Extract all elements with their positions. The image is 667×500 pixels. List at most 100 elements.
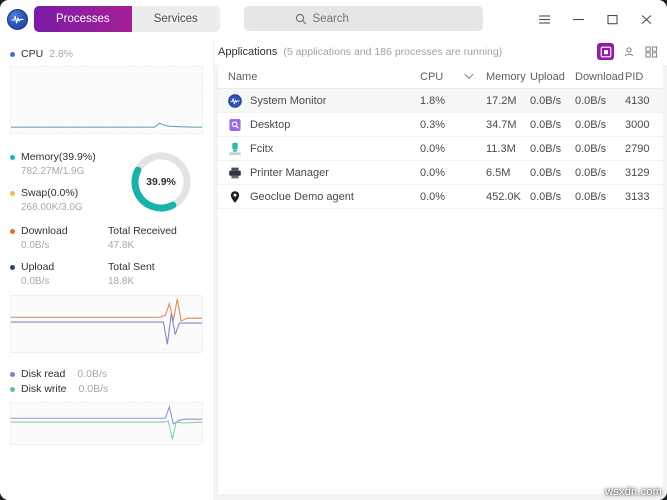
- upload-legend: Upload: [10, 260, 108, 274]
- memory-detail: 782.27M/1.9G: [21, 166, 85, 177]
- desktop-search-icon: [229, 118, 241, 131]
- memory-dot-icon: [10, 154, 15, 160]
- process-pid: 3000: [625, 118, 650, 131]
- total-sent-value: 18.8K: [108, 276, 135, 287]
- process-name: Desktop: [250, 118, 291, 131]
- upload-label: Upload: [21, 261, 55, 273]
- process-table-container: Name CPU Memory Upload Download PID Syst…: [214, 65, 667, 500]
- column-header-pid[interactable]: PID: [625, 71, 663, 83]
- table-row[interactable]: Fcitx 0.0% 11.3M 0.0B/s 0.0B/s 2790: [218, 137, 663, 161]
- search-input[interactable]: [312, 12, 433, 25]
- total-sent-legend: Total Sent: [108, 260, 203, 274]
- disk-read-label: Disk read: [21, 368, 66, 380]
- total-sent-label: Total Sent: [108, 261, 155, 273]
- process-download: 0.0B/s: [575, 142, 607, 155]
- applications-view-icon[interactable]: [597, 43, 614, 60]
- process-upload: 0.0B/s: [530, 142, 562, 155]
- cpu-panel: CPU 2.8%: [0, 47, 213, 134]
- process-upload: 0.0B/s: [530, 166, 562, 179]
- close-icon[interactable]: [629, 4, 663, 34]
- process-name: Printer Manager: [250, 166, 329, 179]
- activity-wave-icon: [7, 8, 28, 30]
- swap-dot-icon: [10, 190, 15, 196]
- process-memory: 11.3M: [486, 142, 516, 155]
- process-pid: 2790: [625, 142, 650, 155]
- tab-services[interactable]: Services: [131, 6, 220, 32]
- disk-write-legend: Disk write 0.0B/s: [10, 382, 203, 396]
- process-memory: 452.0K: [486, 190, 521, 203]
- memory-legend: Memory(39.9%): [10, 150, 127, 164]
- process-download: 0.0B/s: [575, 166, 607, 179]
- disk-panel: Disk read 0.0B/s Disk write 0.0B/s: [0, 367, 213, 445]
- watermark: wsxdn.com: [605, 486, 662, 498]
- location-pin-icon: [230, 190, 240, 203]
- disk-read-value: 0.0B/s: [77, 368, 108, 380]
- download-legend: Download: [10, 224, 108, 238]
- process-download: 0.0B/s: [575, 190, 607, 203]
- memory-label: Memory(39.9%): [21, 151, 96, 163]
- tab-processes[interactable]: Processes: [34, 6, 132, 32]
- title-bar: Processes Services: [0, 0, 667, 38]
- cpu-legend: CPU 2.8%: [10, 47, 203, 61]
- section-count: (5 applications and 186 processes are ru…: [283, 45, 503, 58]
- cpu-label: CPU: [21, 48, 44, 60]
- table-row[interactable]: Printer Manager 0.0% 6.5M 0.0B/s 0.0B/s …: [218, 161, 663, 185]
- process-cpu: 0.0%: [420, 190, 446, 203]
- swap-detail: 268.00K/3.0G: [21, 202, 83, 213]
- view-tabs: Processes Services: [34, 6, 220, 32]
- swap-label: Swap(0.0%): [21, 187, 79, 199]
- network-graph: [10, 295, 203, 353]
- table-row[interactable]: Geoclue Demo agent 0.0% 452.0K 0.0B/s 0.…: [218, 185, 663, 209]
- disk-write-label: Disk write: [21, 383, 67, 395]
- window-controls: [527, 0, 663, 38]
- fcitx-keyboard-icon: [229, 142, 241, 155]
- all-processes-icon[interactable]: [643, 43, 660, 60]
- disk-read-legend: Disk read 0.0B/s: [10, 367, 203, 381]
- process-cpu: 0.0%: [420, 142, 446, 155]
- process-download: 0.0B/s: [575, 118, 607, 131]
- process-name: System Monitor: [250, 94, 327, 107]
- stats-sidebar: CPU 2.8% Memory(39.9%) 782.27M/1.9G Swap…: [0, 38, 213, 500]
- cpu-dot-icon: [10, 51, 15, 57]
- table-row[interactable]: System Monitor 1.8% 17.2M 0.0B/s 0.0B/s …: [218, 89, 663, 113]
- disk-write-value: 0.0B/s: [78, 383, 109, 395]
- memory-panel: Memory(39.9%) 782.27M/1.9G Swap(0.0%) 26…: [0, 148, 213, 216]
- window-body: CPU 2.8% Memory(39.9%) 782.27M/1.9G Swap…: [0, 38, 667, 500]
- process-memory: 17.2M: [486, 94, 517, 107]
- column-header-cpu[interactable]: CPU: [420, 71, 486, 83]
- process-name: Fcitx: [250, 142, 274, 155]
- column-header-cpu-label: CPU: [420, 70, 444, 83]
- column-header-upload[interactable]: Upload: [530, 71, 575, 83]
- process-upload: 0.0B/s: [530, 190, 562, 203]
- cpu-graph: [10, 66, 203, 134]
- system-monitor-window: Processes Services Search CPU 2.8% Memor…: [0, 0, 667, 500]
- minimize-icon[interactable]: [561, 4, 595, 34]
- total-received-value: 47.8K: [108, 240, 135, 251]
- maximize-icon[interactable]: [595, 4, 629, 34]
- upload-value: 0.0B/s: [21, 276, 50, 287]
- memory-ring-percent: 39.9%: [146, 176, 176, 188]
- cpu-value: 2.8%: [49, 48, 74, 60]
- user-processes-icon[interactable]: [620, 43, 637, 60]
- process-upload: 0.0B/s: [530, 118, 562, 131]
- total-received-legend: Total Received: [108, 224, 203, 238]
- disk-write-dot-icon: [10, 386, 15, 392]
- hamburger-menu-icon[interactable]: [527, 4, 561, 34]
- section-title: Applications: [218, 45, 278, 58]
- download-dot-icon: [10, 228, 15, 234]
- process-cpu: 1.8%: [420, 94, 446, 107]
- column-header-name[interactable]: Name: [218, 71, 420, 83]
- process-pid: 3129: [625, 166, 650, 179]
- process-name: Geoclue Demo agent: [250, 190, 354, 203]
- table-row[interactable]: Desktop 0.3% 34.7M 0.0B/s 0.0B/s 3000: [218, 113, 663, 137]
- download-label: Download: [21, 225, 68, 237]
- search-box[interactable]: [244, 6, 483, 31]
- column-header-memory[interactable]: Memory: [486, 71, 530, 83]
- process-pid: 4130: [625, 94, 650, 107]
- process-download: 0.0B/s: [575, 94, 607, 107]
- disk-read-dot-icon: [10, 371, 15, 377]
- system-monitor-icon: [228, 93, 242, 108]
- process-cpu: 0.0%: [420, 166, 446, 179]
- process-list-pane: Applications (5 applications and 186 pro…: [213, 38, 667, 500]
- column-header-download[interactable]: Download: [575, 71, 625, 83]
